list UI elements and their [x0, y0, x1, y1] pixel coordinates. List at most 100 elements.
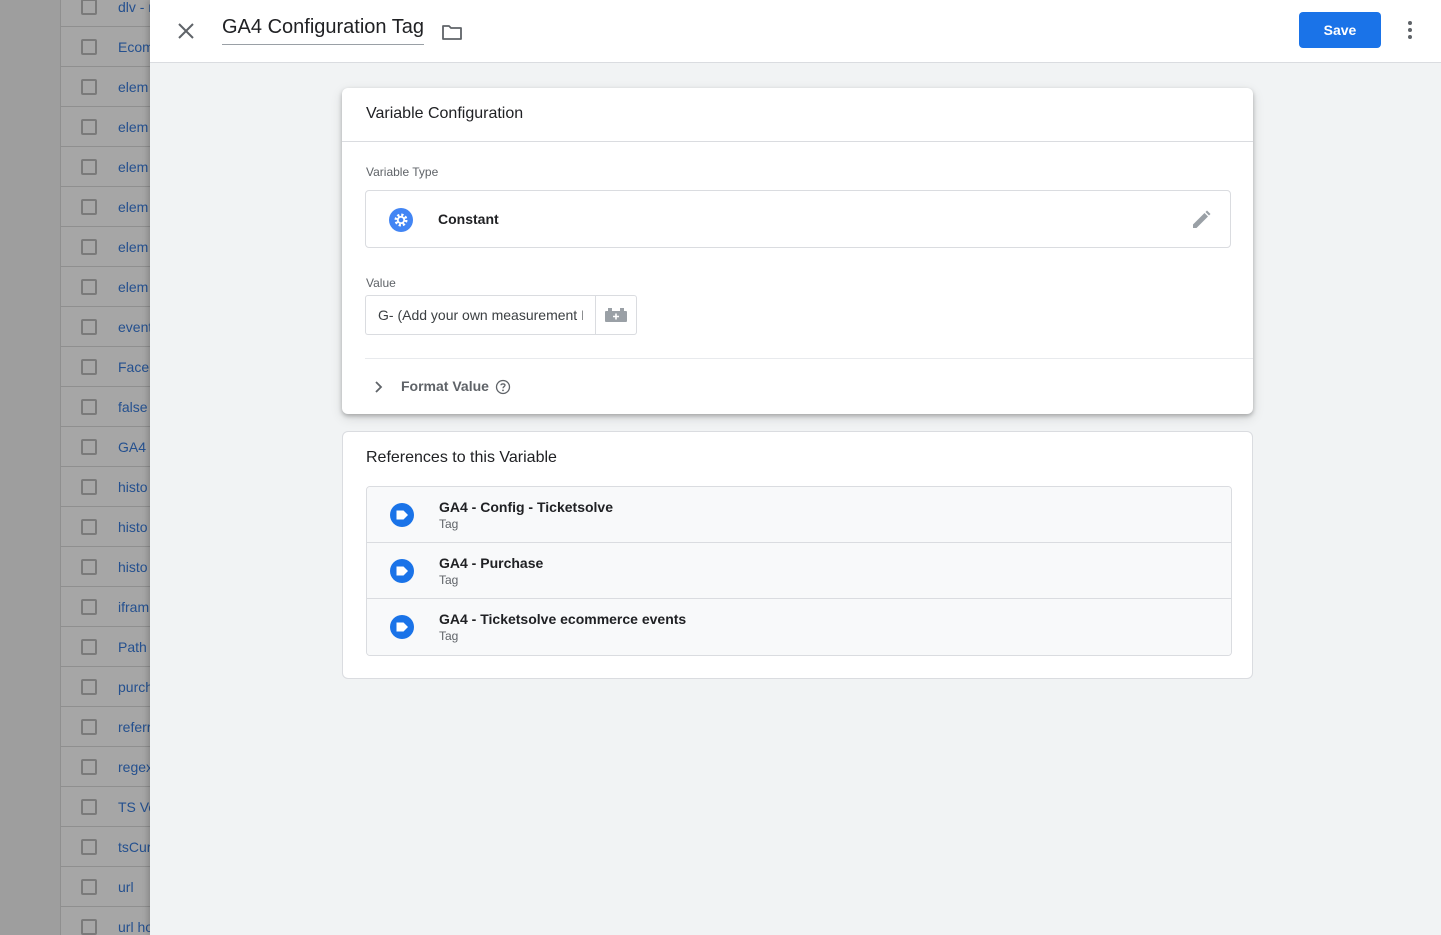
reference-type: Tag: [439, 573, 459, 587]
background-list-row: TS Ve: [61, 787, 150, 827]
background-variable-list: dlv - r Ecom elem elem elem elem elem elem event…: [0, 0, 150, 935]
row-variable-name: elem: [118, 198, 149, 215]
background-list-row: GA4 (: [61, 427, 150, 467]
row-variable-name: dlv - r: [118, 0, 150, 15]
reference-name: GA4 - Ticketsolve ecommerce events: [439, 611, 687, 627]
reference-item[interactable]: GA4 - Config - Ticketsolve Tag: [367, 487, 1231, 543]
background-list-row: histo: [61, 547, 150, 587]
format-value-label: Format Value: [401, 378, 489, 394]
variable-editor-panel: GA4 Configuration Tag Save Variable Conf…: [150, 0, 1441, 935]
row-checkbox: [81, 358, 97, 375]
row-variable-name: Facel: [118, 358, 150, 375]
row-variable-name: histo: [118, 558, 148, 575]
reference-name: GA4 - Config - Ticketsolve: [439, 499, 613, 515]
more-options-button[interactable]: [1398, 18, 1422, 42]
background-list-row: url ho: [61, 907, 150, 935]
row-variable-name: TS Ve: [118, 798, 150, 815]
row-variable-name: ifram: [118, 598, 150, 615]
references-list: GA4 - Config - Ticketsolve Tag GA4 - Purch…: [366, 486, 1232, 656]
variable-name-title[interactable]: GA4 Configuration Tag: [222, 16, 424, 45]
row-variable-name: Path: [118, 638, 147, 655]
background-list-row: elem: [61, 187, 150, 227]
row-variable-name: url: [118, 878, 134, 895]
row-checkbox: [81, 38, 97, 55]
row-checkbox: [81, 158, 97, 175]
row-variable-name: url ho: [118, 918, 150, 935]
variable-type-label: Variable Type: [366, 165, 439, 179]
background-list-row: event: [61, 307, 150, 347]
row-variable-name: elem: [118, 78, 149, 95]
row-checkbox: [81, 598, 97, 615]
background-list-inner: dlv - r Ecom elem elem elem elem elem elem event…: [60, 0, 150, 935]
row-checkbox: [81, 78, 97, 95]
background-list-row: tsCur: [61, 827, 150, 867]
reference-item[interactable]: GA4 - Ticketsolve ecommerce events Tag: [367, 599, 1231, 655]
chevron-right-icon: [375, 381, 383, 393]
constant-gear-icon: [389, 208, 413, 232]
variable-configuration-card: Variable Configuration Variable Type Con…: [342, 88, 1253, 414]
help-icon[interactable]: [495, 379, 511, 395]
background-list-row: false: [61, 387, 150, 427]
background-list-row: referr: [61, 707, 150, 747]
tag-icon: [390, 503, 414, 527]
reference-name: GA4 - Purchase: [439, 555, 544, 571]
section-divider: [365, 358, 1253, 359]
row-checkbox: [81, 558, 97, 575]
row-variable-name: purch: [118, 678, 150, 695]
row-variable-name: elem: [118, 158, 149, 175]
background-list-row: Facel: [61, 347, 150, 387]
row-variable-name: false: [118, 398, 148, 415]
row-checkbox: [81, 318, 97, 335]
reference-item[interactable]: GA4 - Purchase Tag: [367, 543, 1231, 599]
tag-icon: [390, 615, 414, 639]
card-header: Variable Configuration: [342, 88, 1253, 142]
editor-topbar: GA4 Configuration Tag Save: [150, 0, 1441, 63]
variable-brick-icon: [605, 308, 627, 322]
row-checkbox: [81, 638, 97, 655]
row-variable-name: referr: [118, 718, 150, 735]
edit-pencil-icon[interactable]: [1189, 208, 1213, 232]
tag-icon: [390, 559, 414, 583]
row-checkbox: [81, 198, 97, 215]
row-variable-name: GA4 (: [118, 438, 150, 455]
row-variable-name: event: [118, 318, 150, 335]
background-list-row: elem: [61, 147, 150, 187]
row-checkbox: [81, 798, 97, 815]
format-value-toggle[interactable]: Format Value: [365, 372, 565, 402]
reference-type: Tag: [439, 517, 459, 531]
row-checkbox: [81, 0, 97, 15]
save-button[interactable]: Save: [1299, 12, 1381, 48]
row-variable-name: histo: [118, 478, 148, 495]
row-checkbox: [81, 758, 97, 775]
background-list-row: dlv - r: [61, 0, 150, 27]
row-checkbox: [81, 718, 97, 735]
background-list-row: elem: [61, 227, 150, 267]
row-checkbox: [81, 838, 97, 855]
folder-button[interactable]: [440, 20, 464, 44]
background-list-row: Ecom: [61, 27, 150, 67]
background-list-row: elem: [61, 267, 150, 307]
row-checkbox: [81, 518, 97, 535]
row-checkbox: [81, 878, 97, 895]
value-input[interactable]: [365, 295, 595, 335]
background-list-row: ifram: [61, 587, 150, 627]
row-variable-name: elem: [118, 238, 149, 255]
card-title: Variable Configuration: [366, 105, 524, 122]
background-list-row: Path: [61, 627, 150, 667]
more-vert-icon: [1408, 21, 1412, 39]
close-button[interactable]: [172, 17, 200, 45]
value-label: Value: [366, 276, 396, 290]
background-list-row: histo: [61, 507, 150, 547]
row-checkbox: [81, 238, 97, 255]
row-variable-name: elem: [118, 278, 149, 295]
references-title: References to this Variable: [366, 449, 557, 466]
variable-type-name: Constant: [438, 211, 499, 227]
variable-type-selector[interactable]: Constant: [365, 190, 1231, 248]
close-icon: [178, 23, 194, 39]
background-list-row: elem: [61, 107, 150, 147]
row-checkbox: [81, 398, 97, 415]
background-list-row: elem: [61, 67, 150, 107]
insert-variable-button[interactable]: [595, 295, 637, 335]
row-checkbox: [81, 678, 97, 695]
background-list-row: histo: [61, 467, 150, 507]
